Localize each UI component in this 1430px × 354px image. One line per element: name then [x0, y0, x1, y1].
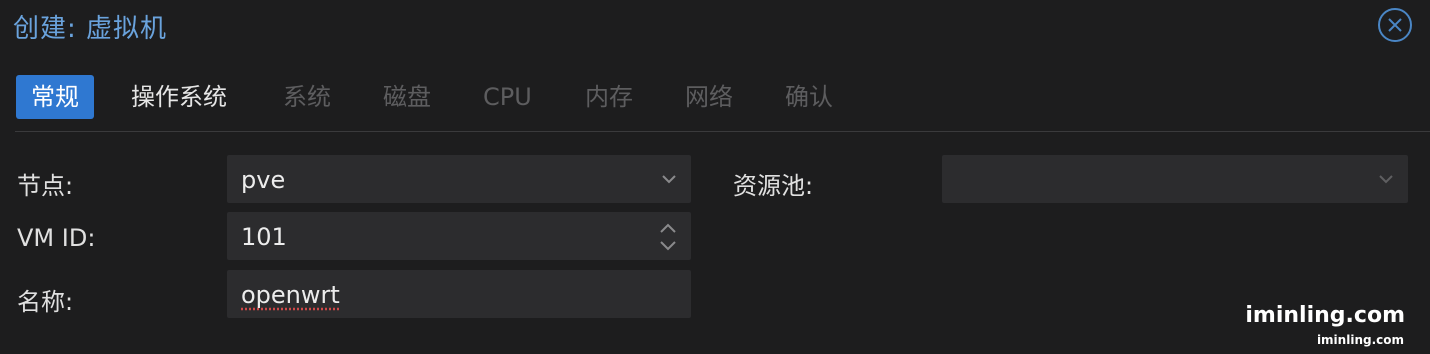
wizard-tabs: 常规 操作系统 系统 磁盘 CPU 内存 网络 确认	[0, 72, 1430, 122]
watermark-large: iminling.com	[1245, 303, 1405, 328]
tab-divider	[15, 131, 1430, 132]
tab-memory[interactable]: 内存	[585, 75, 633, 119]
vmid-label: VM ID:	[17, 224, 96, 252]
chevron-down-icon[interactable]	[1378, 171, 1394, 187]
name-label: 名称:	[17, 288, 74, 316]
tab-cpu[interactable]: CPU	[483, 75, 532, 119]
node-label: 节点:	[17, 172, 74, 200]
close-icon[interactable]	[1378, 8, 1412, 42]
pool-label: 资源池:	[733, 172, 814, 200]
watermark-small: iminling.com	[1316, 333, 1404, 347]
tab-system[interactable]: 系统	[283, 75, 331, 119]
chevron-down-icon[interactable]	[661, 171, 677, 187]
dialog-titlebar: 创建: 虚拟机	[0, 0, 1430, 52]
vmid-value: 101	[241, 223, 287, 251]
node-value: pve	[241, 166, 286, 194]
tab-disk[interactable]: 磁盘	[383, 75, 431, 119]
tab-network[interactable]: 网络	[685, 75, 733, 119]
tab-confirm[interactable]: 确认	[785, 75, 833, 119]
dialog-title: 创建: 虚拟机	[13, 14, 168, 44]
vmid-input[interactable]: 101	[227, 212, 691, 260]
node-select[interactable]: pve	[227, 155, 691, 203]
tab-os[interactable]: 操作系统	[131, 75, 227, 119]
name-input[interactable]: openwrt	[227, 270, 691, 318]
spinner-icon[interactable]	[659, 222, 677, 252]
tab-general[interactable]: 常规	[16, 75, 94, 119]
name-value: openwrt	[241, 281, 340, 309]
pool-select[interactable]	[942, 155, 1408, 203]
